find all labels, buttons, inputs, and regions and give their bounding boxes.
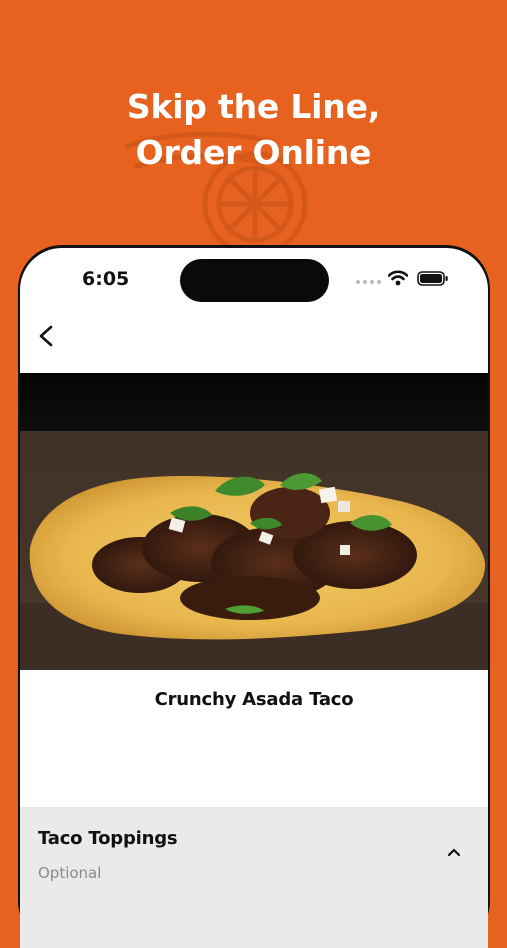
- item-photo: [20, 373, 488, 670]
- item-title: Crunchy Asada Taco: [154, 689, 354, 710]
- dynamic-island: [180, 259, 329, 302]
- battery-icon: [417, 271, 448, 286]
- chevron-up-icon[interactable]: [444, 845, 464, 861]
- signal-dots-icon: [356, 280, 381, 284]
- promo-headline: Skip the Line, Order Online: [0, 84, 507, 176]
- status-time: 6:05: [82, 268, 130, 290]
- section-subtitle: Optional: [38, 864, 102, 882]
- status-bar: 6:05: [20, 248, 488, 308]
- phone-screen: 6:05 Crunchy Asada Taco Taco Toppings Op…: [20, 248, 488, 948]
- chevron-left-icon: [39, 325, 53, 347]
- section-title: Taco Toppings: [38, 828, 178, 849]
- back-button[interactable]: [28, 318, 64, 354]
- taco-toppings-section[interactable]: Taco Toppings Optional: [20, 807, 488, 948]
- wifi-icon: [388, 270, 408, 286]
- headline-line-2: Order Online: [135, 133, 372, 172]
- headline-line-1: Skip the Line,: [126, 87, 381, 126]
